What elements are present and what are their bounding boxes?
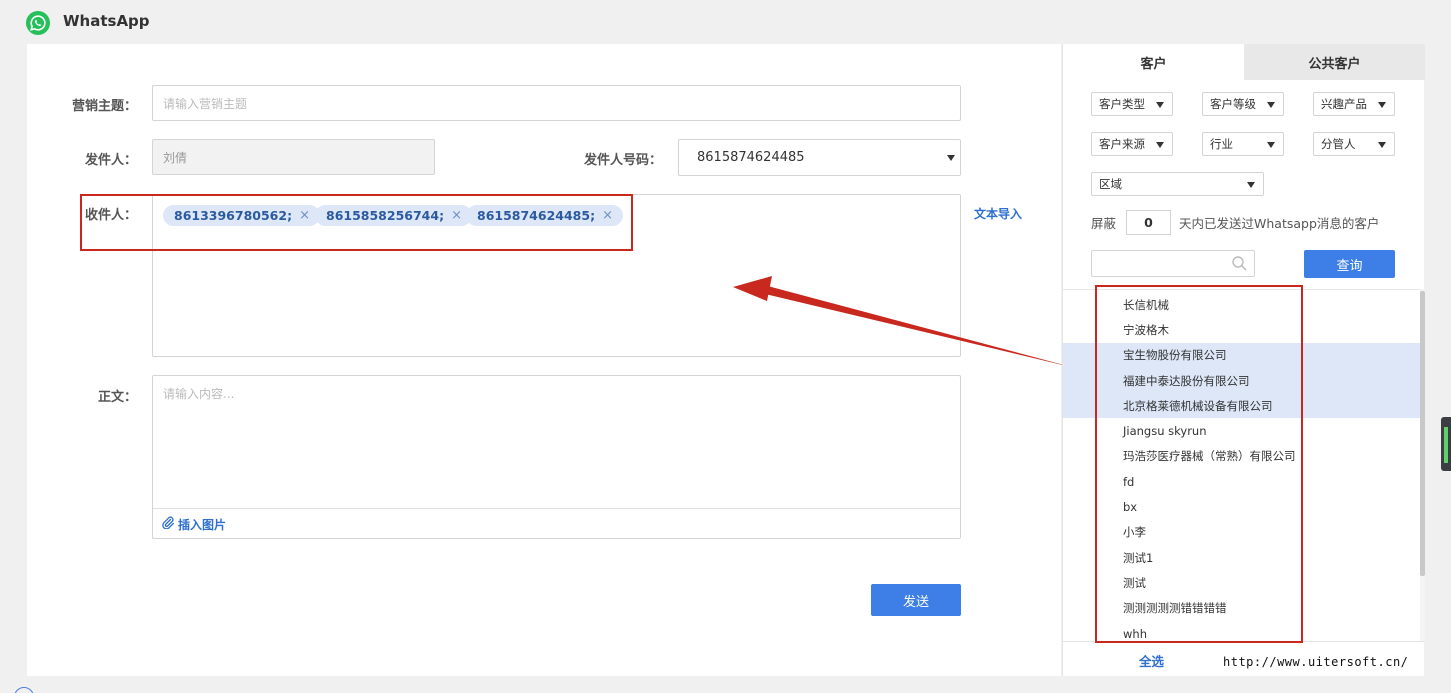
block-sent-row: 屏蔽 0 天内已发送过Whatsapp消息的客户 [1091,210,1379,235]
filter-label: 客户类型 [1099,97,1145,111]
customer-list-scroll-thumb[interactable] [1420,291,1425,576]
tab-public-customers[interactable]: 公共客户 [1244,44,1425,80]
watermark-text: http://www.uitersoft.cn/ [1220,655,1412,669]
filter-customer-type[interactable]: 客户类型 [1091,92,1173,116]
block-prefix: 屏蔽 [1091,216,1117,231]
filter-manager[interactable]: 分管人 [1313,132,1395,156]
edge-widget-bar [1444,427,1448,463]
query-button[interactable]: 查询 [1304,250,1395,278]
select-all-button[interactable]: 全选 [1139,651,1164,670]
tab-customers[interactable]: 客户 [1063,44,1244,80]
filter-customer-level[interactable]: 客户等级 [1202,92,1284,116]
search-icon [1231,255,1248,275]
caret-down-icon [1267,142,1275,148]
customer-search-input[interactable] [1091,250,1255,277]
filter-label: 行业 [1210,137,1233,151]
filter-customer-source[interactable]: 客户来源 [1091,132,1173,156]
filter-label: 区域 [1099,177,1122,191]
filter-label: 兴趣产品 [1321,97,1367,111]
edge-widget[interactable] [1441,417,1451,471]
caret-down-icon [1267,102,1275,108]
filter-interest-product[interactable]: 兴趣产品 [1313,92,1395,116]
block-suffix: 天内已发送过Whatsapp消息的客户 [1179,216,1380,231]
block-days-input[interactable]: 0 [1126,210,1172,235]
caret-down-icon [1156,102,1164,108]
filter-region[interactable]: 区域 [1091,172,1264,196]
highlight-box-customers [1095,285,1303,643]
filter-industry[interactable]: 行业 [1202,132,1284,156]
caret-down-icon [1247,182,1255,188]
filter-label: 客户来源 [1099,137,1145,151]
filter-label: 客户等级 [1210,97,1256,111]
customer-tabs: 客户 公共客户 [1063,44,1425,80]
caret-down-icon [1378,142,1386,148]
caret-down-icon [1156,142,1164,148]
filter-label: 分管人 [1321,137,1356,151]
caret-down-icon [1378,102,1386,108]
